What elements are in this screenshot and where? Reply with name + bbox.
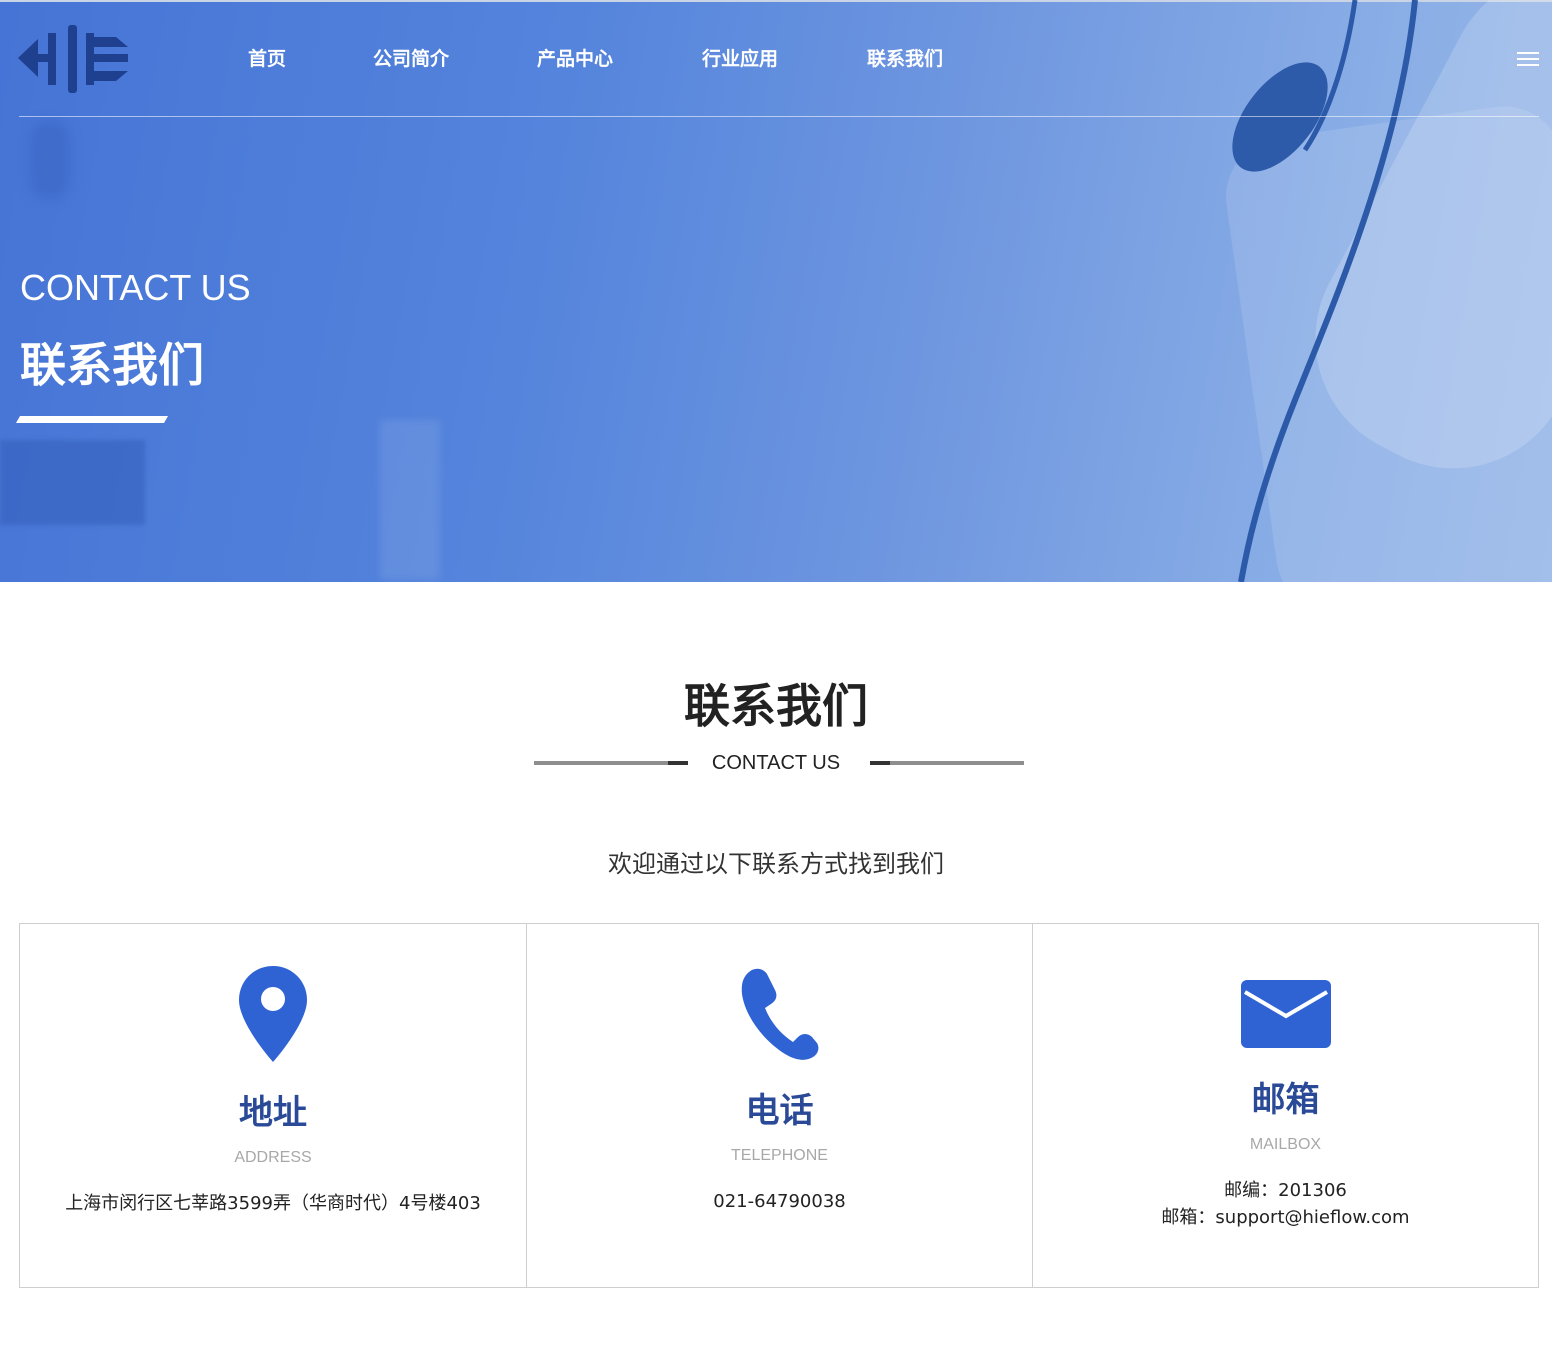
hero-banner: 首页 公司简介 产品中心 行业应用 联系我们 CONTACT US 联系我们: [0, 0, 1552, 582]
hamburger-menu-icon[interactable]: [1517, 52, 1539, 70]
telephone-subtitle: TELEPHONE: [731, 1147, 828, 1164]
hero-background-shape: [0, 440, 145, 525]
telephone-title: 电话: [745, 1091, 814, 1131]
hero-background-shape: [30, 120, 70, 200]
hero-title-cn: 联系我们: [20, 338, 204, 392]
address-text: 上海市闵行区七莘路3599弄（华商时代）4号楼403: [65, 1193, 481, 1214]
telephone-number: 021-64790038: [713, 1191, 846, 1212]
nav-item-applications[interactable]: 行业应用: [702, 44, 778, 74]
nav-item-about[interactable]: 公司简介: [373, 44, 449, 74]
section-description: 欢迎通过以下联系方式找到我们: [608, 850, 944, 878]
hero-title-en: CONTACT US: [20, 267, 251, 308]
address-card: 地址 ADDRESS 上海市闵行区七莘路3599弄（华商时代）4号楼403: [20, 924, 526, 1287]
header-divider: [19, 116, 1539, 117]
mailbox-card: 邮箱 MAILBOX 邮编：201306 邮箱：support@hieflow.…: [1032, 924, 1538, 1287]
postal-code: 邮编：201306: [1224, 1180, 1347, 1201]
email-address[interactable]: 邮箱：support@hieflow.com: [1033, 1204, 1538, 1231]
address-subtitle: ADDRESS: [234, 1149, 312, 1166]
location-pin-icon: [239, 966, 307, 1062]
mail-icon: [1240, 980, 1331, 1048]
hero-background-shape: [380, 420, 440, 580]
section-subtitle: CONTACT US: [711, 752, 841, 774]
nav-item-products[interactable]: 产品中心: [537, 44, 613, 74]
phone-icon: [741, 968, 818, 1060]
telephone-card: 电话 TELEPHONE 021-64790038: [526, 924, 1032, 1287]
section-title: 联系我们: [684, 679, 868, 733]
headset-microphone-illustration: [1232, 0, 1418, 582]
address-title: 地址: [239, 1093, 307, 1133]
mailbox-subtitle: MAILBOX: [1249, 1136, 1322, 1153]
nav-item-contact[interactable]: 联系我们: [867, 44, 943, 74]
hero-underline: [16, 416, 169, 423]
nav-item-home[interactable]: 首页: [248, 44, 286, 74]
mailbox-title: 邮箱: [1251, 1080, 1320, 1120]
contact-cards: 地址 ADDRESS 上海市闵行区七莘路3599弄（华商时代）4号楼403 电话…: [19, 923, 1539, 1288]
title-decoration-right: [870, 761, 1024, 765]
hie-logo-icon[interactable]: [18, 25, 130, 93]
